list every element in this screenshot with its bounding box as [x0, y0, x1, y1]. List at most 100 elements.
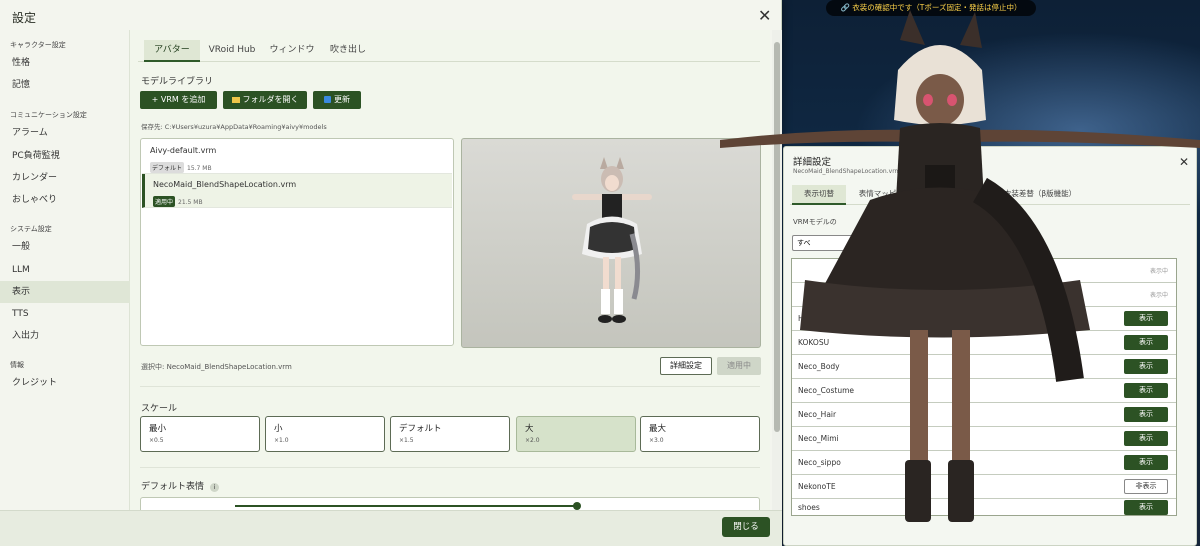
scale-option-large[interactable]: 大 ×2.0: [516, 416, 636, 452]
scale-option-default[interactable]: デフォルト ×1.5: [390, 416, 510, 452]
scale-value: ×2.0: [525, 437, 540, 444]
add-vrm-button[interactable]: + VRM を追加: [140, 91, 217, 109]
tab-outfit-swap[interactable]: 衣装差替（β版機能）: [1000, 185, 1080, 205]
tab-speech-bubble[interactable]: 吹き出し: [322, 40, 374, 62]
save-path: 保存先: C:¥Users¥uzura¥AppData¥Roaming¥aivy…: [141, 123, 327, 131]
model-name: NecoMaid_BlendShapeLocation.vrm: [153, 180, 297, 189]
outfit-check-status: 🔗 衣装の確認中です（Tポーズ固定・発話は停止中）: [826, 0, 1036, 16]
details-button[interactable]: 詳細設定: [660, 357, 712, 375]
detail-tab-bar: 表示切替 表情マッピング 衣装差替（β版機能）: [790, 185, 1190, 205]
mesh-row: Neco_Hair 表示: [792, 403, 1176, 427]
sidebar-item-alarm[interactable]: アラーム: [0, 122, 130, 144]
sidebar-item-personality[interactable]: 性格: [0, 52, 130, 74]
scale-value: ×0.5: [149, 437, 164, 444]
tab-expression-mapping[interactable]: 表情マッピング: [850, 185, 920, 205]
window-title: 設定: [12, 11, 37, 25]
outfit-check-text: 衣装の確認中です（Tポーズ固定・発話は停止中）: [852, 3, 1022, 12]
model-library-heading: モデルライブラリ: [141, 77, 214, 87]
sidebar-item-chat[interactable]: おしゃべり: [0, 189, 130, 211]
sidebar-section-info: 情報: [10, 361, 24, 369]
expression-slider-thumb[interactable]: [573, 502, 581, 510]
scale-option-min[interactable]: 最小 ×0.5: [140, 416, 260, 452]
divider: [140, 386, 760, 387]
detail-panel-subtitle: NecoMaid_BlendShapeLocation.vrm: [793, 168, 901, 175]
sidebar-item-calendar[interactable]: カレンダー: [0, 167, 130, 189]
mesh-row: shoes 表示: [792, 499, 1176, 517]
default-expression-heading: デフォルト表情 i: [141, 479, 219, 492]
scale-name: 大: [525, 424, 534, 434]
mesh-list: 表示中 表示中 Hi 表示 KOKOSU 表示 Neco_Body 表示 Neco_C…: [791, 258, 1177, 516]
tab-window[interactable]: ウィンドウ: [264, 40, 320, 62]
detail-panel-title: 詳細設定: [793, 157, 832, 168]
sidebar-section-communication: コミュニケーション設定: [10, 111, 87, 119]
sidebar-section-character: キャラクター設定: [10, 41, 66, 49]
mesh-toggle-button[interactable]: 表示: [1124, 383, 1168, 398]
tab-vroid-hub[interactable]: VRoid Hub: [202, 40, 262, 62]
model-list-item-selected[interactable]: NecoMaid_BlendShapeLocation.vrm 適用中 21.5 …: [142, 174, 452, 208]
sidebar-item-display[interactable]: 表示: [0, 281, 130, 303]
detail-settings-panel: 詳細設定 NecoMaid_BlendShapeLocation.vrm ✕ 表…: [783, 146, 1197, 546]
close-icon[interactable]: ✕: [758, 6, 771, 25]
vrm-model-label: VRMモデルの: [793, 218, 837, 226]
tab-avatar[interactable]: アバター: [144, 40, 200, 62]
sidebar-item-memory[interactable]: 記憶: [0, 74, 130, 96]
refresh-button[interactable]: 更新: [313, 91, 361, 109]
mesh-toggle-button[interactable]: 表示: [1124, 500, 1168, 515]
expression-slider-track[interactable]: [235, 505, 575, 507]
mesh-row: Neco_sippo 表示: [792, 451, 1176, 475]
mesh-toggle-button[interactable]: 表示: [1124, 311, 1168, 326]
scale-option-max[interactable]: 最大 ×3.0: [640, 416, 760, 452]
model-preview: [461, 138, 761, 348]
mesh-toggle-button[interactable]: 表示: [1124, 431, 1168, 446]
mesh-row: 表示中: [792, 259, 1176, 283]
mesh-name: shoes: [798, 503, 820, 512]
divider: [140, 467, 760, 468]
scrollbar-thumb[interactable]: [774, 42, 780, 432]
default-expression-label: デフォルト表情: [141, 482, 205, 492]
scale-value: ×1.0: [274, 437, 289, 444]
mesh-toggle-button[interactable]: 表示: [1124, 359, 1168, 374]
mesh-row: 表示中: [792, 283, 1176, 307]
scale-name: デフォルト: [399, 424, 442, 434]
link-icon: 🔗: [840, 3, 850, 12]
model-list-item[interactable]: Aivy-default.vrm デフォルト 15.7 MB: [142, 140, 452, 174]
sidebar-item-io[interactable]: 入出力: [0, 325, 130, 347]
mesh-filter-select[interactable]: すべ: [792, 235, 862, 251]
sidebar-item-tts[interactable]: TTS: [0, 303, 130, 325]
refresh-icon: [324, 96, 331, 103]
tab-bar: アバター VRoid Hub ウィンドウ 吹き出し: [138, 40, 760, 62]
selected-model-text: 選択中: NecoMaid_BlendShapeLocation.vrm: [141, 363, 292, 371]
close-button[interactable]: 閉じる: [722, 517, 770, 537]
mesh-row: Neco_Costume 表示: [792, 379, 1176, 403]
scale-value: ×1.5: [399, 437, 414, 444]
model-name: Aivy-default.vrm: [150, 146, 217, 155]
open-folder-label: フォルダを開く: [242, 95, 299, 104]
sidebar-item-pc-load[interactable]: PC負荷監視: [0, 145, 130, 167]
mesh-toggle-button[interactable]: 表示: [1124, 455, 1168, 470]
applied-badge: 適用中: [153, 196, 176, 207]
mesh-toggle-button[interactable]: 非表示: [1124, 479, 1168, 494]
tab-visibility[interactable]: 表示切替: [792, 185, 846, 205]
open-folder-button[interactable]: フォルダを開く: [223, 91, 307, 109]
scale-name: 最小: [149, 424, 167, 434]
scrollbar[interactable]: [772, 30, 782, 510]
mesh-toggle-button[interactable]: 表示: [1124, 335, 1168, 350]
mesh-name: KOKOSU: [798, 338, 830, 347]
sidebar-item-general[interactable]: 一般: [0, 236, 130, 258]
mesh-toggle-button[interactable]: 表示: [1124, 407, 1168, 422]
mesh-name: Hi: [798, 314, 806, 323]
mesh-name: NekonoTE: [798, 482, 836, 491]
mesh-state: 表示中: [1149, 268, 1168, 275]
mesh-name: Neco_Mimi: [798, 434, 839, 443]
footer: 閉じる: [0, 510, 782, 546]
mesh-state: 表示中: [1149, 292, 1168, 299]
scale-option-small[interactable]: 小 ×1.0: [265, 416, 385, 452]
sidebar-item-llm[interactable]: LLM: [0, 259, 130, 281]
mesh-row: Neco_Mimi 表示: [792, 427, 1176, 451]
scale-name: 最大: [649, 424, 667, 434]
close-icon[interactable]: ✕: [1179, 155, 1189, 169]
sidebar-item-credits[interactable]: クレジット: [0, 372, 130, 394]
info-icon[interactable]: i: [209, 483, 219, 492]
scale-heading: スケール: [141, 404, 178, 414]
mesh-name: Neco_Body: [798, 362, 840, 371]
